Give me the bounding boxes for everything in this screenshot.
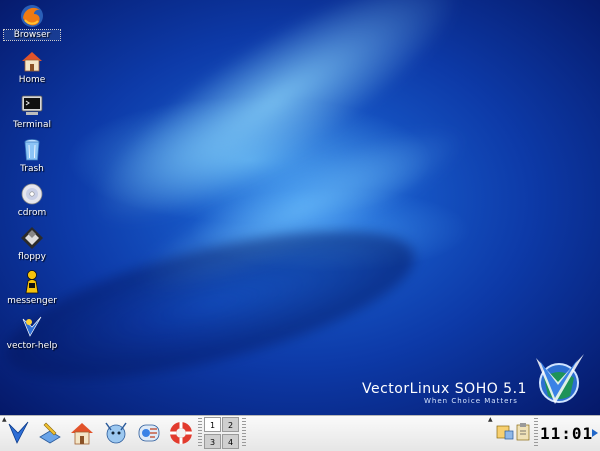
cdrom-icon	[21, 183, 43, 205]
terminal-icon	[21, 95, 43, 115]
tray-hide-arrow[interactable]: ▲	[488, 416, 493, 423]
desktop-icon-label: Trash	[20, 164, 44, 174]
floppy-icon	[21, 227, 43, 249]
panel-handle[interactable]	[242, 418, 246, 448]
desktop-icon-label: floppy	[18, 252, 46, 262]
desktop-icon-browser[interactable]: Browser	[3, 3, 61, 41]
messenger-launcher[interactable]	[135, 419, 163, 447]
desktop-icon-label: Browser	[3, 29, 61, 41]
desktop-icon-vector-help[interactable]: vector-help	[4, 314, 60, 351]
desktop-icon-messenger[interactable]: messenger	[4, 269, 60, 306]
network-tray-button[interactable]	[496, 422, 514, 442]
desktop-icon-label: vector-help	[6, 341, 58, 351]
desktop-icon-home[interactable]: Home	[4, 48, 60, 85]
panel-handle[interactable]	[198, 418, 202, 448]
vector-help-icon	[22, 316, 42, 337]
trash-icon	[24, 139, 40, 161]
desktop-icon-cdrom[interactable]: cdrom	[4, 181, 60, 218]
desktop-wallpaper	[0, 0, 600, 415]
vectorlinux-logo	[536, 354, 584, 404]
messenger-icon	[25, 270, 39, 294]
panel-expand-arrow[interactable]	[592, 429, 598, 437]
desktop-icon-terminal[interactable]: Terminal	[4, 93, 60, 130]
clock[interactable]: 11:01	[540, 424, 592, 444]
pager-desktop-2[interactable]: 2	[222, 417, 239, 432]
desktop-icon-trash[interactable]: Trash	[4, 137, 60, 174]
desktop-icon-floppy[interactable]: floppy	[4, 225, 60, 262]
pager-desktop-4[interactable]: 4	[222, 434, 239, 449]
desktop-icon-label: messenger	[7, 296, 57, 306]
lifebuoy-icon	[170, 422, 192, 444]
branding: VectorLinux SOHO 5.1 When Choice Matters	[362, 381, 527, 405]
branding-name: VectorLinux SOHO 5.1	[362, 381, 527, 397]
pager-desktop-1[interactable]: 1	[204, 417, 221, 432]
home-icon	[71, 423, 93, 445]
network-icon	[496, 425, 514, 440]
desktop-icon-label: Terminal	[12, 120, 52, 130]
branding-tagline: When Choice Matters	[424, 397, 518, 405]
home-icon	[22, 52, 42, 72]
editor-icon	[39, 422, 61, 444]
vector-menu-icon	[8, 421, 29, 444]
desktop-icon-label: Home	[18, 75, 46, 85]
vector-menu-button[interactable]	[4, 419, 32, 447]
firefox-icon	[21, 5, 43, 27]
help-launcher[interactable]	[167, 419, 195, 447]
clipboard-tray-button[interactable]	[514, 422, 532, 442]
editor-launcher[interactable]	[36, 419, 64, 447]
messenger-icon	[138, 424, 160, 442]
pager-desktop-3[interactable]: 3	[204, 434, 221, 449]
kde-help-launcher[interactable]	[102, 419, 130, 447]
kde-help-icon	[105, 422, 127, 444]
clipboard-icon	[516, 423, 530, 441]
desktop-pager: 1 2 3 4	[204, 417, 240, 450]
panel-handle[interactable]	[534, 418, 538, 448]
home-launcher[interactable]	[68, 419, 96, 447]
desktop-icon-label: cdrom	[17, 208, 47, 218]
taskbar: ▲ 1 2 3 4 ▲ 11:01	[0, 415, 600, 451]
